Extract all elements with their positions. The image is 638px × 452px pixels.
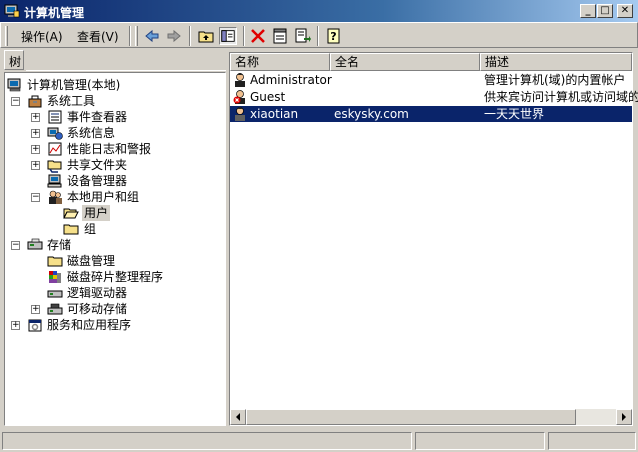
scroll-left-button[interactable] — [230, 409, 246, 425]
toolbar-separator — [243, 26, 245, 46]
horizontal-scrollbar[interactable] — [230, 409, 632, 425]
tree-label-storage: 存储 — [47, 238, 72, 252]
collapse-icon[interactable]: − — [11, 97, 20, 106]
collapse-icon[interactable]: − — [31, 193, 40, 202]
disabled-user-icon — [233, 90, 245, 104]
tree-label-removable-storage: 可移动存储 — [67, 302, 128, 316]
scroll-right-button[interactable] — [616, 409, 632, 425]
list-pane[interactable]: 名称 全名 描述 Administrator 管理计算机(域)的内置帐户 Gue… — [229, 52, 638, 426]
tree-label-system-tools: 系统工具 — [47, 94, 96, 108]
tree-label-perf-logs: 性能日志和警报 — [67, 142, 152, 156]
svg-text:?: ? — [330, 30, 336, 43]
user-description: 供来宾访问计算机或访问域的 — [484, 90, 638, 104]
scroll-left-icon — [236, 413, 240, 421]
expand-icon[interactable]: + — [31, 129, 40, 138]
expand-icon[interactable]: + — [31, 305, 40, 314]
computer-management-icon — [4, 4, 20, 18]
maximize-button[interactable]: □ — [597, 4, 613, 18]
users-groups-icon — [49, 190, 62, 204]
status-panel — [415, 432, 545, 450]
list-item-selected[interactable]: xiaotian eskysky.com 一天天世界 — [230, 106, 632, 122]
expand-icon[interactable]: + — [31, 145, 40, 154]
device-manager-icon — [47, 174, 62, 188]
tab-tree[interactable]: 树 — [4, 50, 24, 70]
minimize-button[interactable]: _ — [580, 4, 596, 18]
removable-storage-icon — [47, 303, 63, 315]
export-list-icon[interactable] — [293, 27, 311, 45]
open-folder-icon — [63, 208, 79, 219]
expand-icon[interactable]: + — [11, 321, 20, 330]
toolbar-grip[interactable] — [5, 26, 8, 46]
drive-icon — [47, 290, 63, 298]
tree-pane[interactable]: 计算机管理(本地) − 系统工具 + 事件查看器 + 系统信息 + 性能日志和警… — [4, 72, 226, 426]
list-header: 名称 全名 描述 — [230, 53, 632, 71]
user-fullname: eskysky.com — [334, 107, 409, 121]
status-bar — [0, 430, 638, 452]
back-arrow-icon[interactable] — [143, 27, 161, 45]
user-name: xiaotian — [250, 107, 299, 121]
window-title: 计算机管理 — [24, 6, 85, 20]
tree-label-disk-mgmt: 磁盘管理 — [67, 254, 116, 268]
storage-icon — [27, 238, 43, 250]
tree-label-logical-drives: 逻辑驱动器 — [67, 286, 128, 300]
tree-label-event-viewer: 事件查看器 — [67, 110, 128, 124]
scroll-thumb[interactable] — [246, 409, 576, 425]
tree-label-services-apps: 服务和应用程序 — [47, 318, 132, 332]
toolbar-separator — [189, 26, 191, 46]
expand-icon[interactable]: + — [31, 161, 40, 170]
user-description: 管理计算机(域)的内置帐户 — [484, 73, 626, 87]
folder-icon — [63, 224, 79, 235]
tree-label-groups: 组 — [84, 222, 97, 236]
title-bar: 计算机管理 _ □ ✕ — [0, 0, 638, 22]
show-hide-tree-icon[interactable] — [219, 27, 237, 45]
status-panel — [548, 432, 636, 450]
status-main — [2, 432, 412, 450]
tree-label-system-info: 系统信息 — [67, 126, 116, 140]
tree-label-shared-folders: 共享文件夹 — [67, 158, 128, 172]
event-viewer-icon — [48, 110, 62, 124]
user-icon — [235, 107, 245, 121]
toolbox-icon — [28, 95, 42, 108]
user-name: Administrator — [250, 73, 332, 87]
disk-management-icon — [47, 256, 63, 267]
help-icon[interactable]: ? — [325, 27, 343, 45]
menu-action[interactable]: 操作(A) — [21, 28, 63, 45]
defrag-icon — [49, 271, 61, 283]
tree-label-root: 计算机管理(本地) — [27, 78, 121, 92]
tree-label-device-manager: 设备管理器 — [67, 174, 128, 188]
list-item[interactable]: Administrator 管理计算机(域)的内置帐户 — [230, 72, 632, 88]
column-header-name[interactable]: 名称 — [230, 53, 330, 71]
performance-logs-icon — [48, 142, 62, 156]
toolbar: 操作(A) 查看(V) ? — [0, 22, 638, 48]
computer-icon — [7, 78, 21, 92]
tree-label-defrag: 磁盘碎片整理程序 — [67, 270, 164, 284]
user-name: Guest — [250, 90, 286, 104]
expand-icon[interactable]: + — [31, 113, 40, 122]
properties-icon[interactable] — [271, 27, 289, 45]
toolbar-separator — [129, 26, 131, 46]
close-button[interactable]: ✕ — [617, 4, 633, 18]
tab-divider — [26, 70, 226, 71]
toolbar-grip[interactable] — [135, 26, 138, 46]
scroll-right-icon — [622, 413, 626, 421]
collapse-icon[interactable]: − — [11, 241, 20, 250]
tree-label-users: 用户 — [82, 205, 111, 221]
shared-folder-icon — [47, 160, 62, 173]
forward-arrow-icon[interactable] — [165, 27, 183, 45]
tree-label-local-users-groups: 本地用户和组 — [67, 190, 140, 204]
services-apps-icon — [28, 319, 42, 332]
system-info-icon — [47, 127, 63, 140]
delete-icon[interactable] — [249, 27, 267, 45]
user-icon — [235, 73, 245, 87]
user-description: 一天天世界 — [484, 107, 545, 121]
toolbar-separator — [317, 26, 319, 46]
column-header-description[interactable]: 描述 — [480, 53, 632, 71]
column-header-fullname[interactable]: 全名 — [330, 53, 480, 71]
list-item[interactable]: Guest 供来宾访问计算机或访问域的 — [230, 89, 638, 105]
menu-view[interactable]: 查看(V) — [77, 28, 119, 45]
tab-tree-label: 树 — [9, 55, 22, 69]
up-folder-icon[interactable] — [197, 27, 215, 45]
